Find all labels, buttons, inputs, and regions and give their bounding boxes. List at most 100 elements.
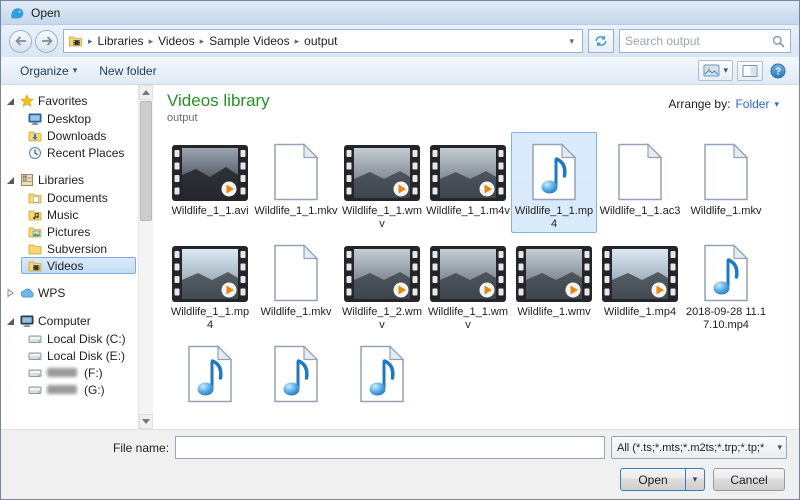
sidebar-item-label: (G:) (84, 383, 105, 397)
sidebar-group-computer[interactable]: Computer (1, 311, 138, 330)
redacted-text (47, 385, 77, 394)
file-item[interactable] (339, 334, 425, 410)
back-arrow-icon (15, 36, 27, 46)
library-location: output (167, 112, 799, 124)
refresh-button[interactable] (588, 29, 614, 53)
sidebar-item-recent-places[interactable]: Recent Places (1, 144, 138, 161)
sidebar-item-downloads[interactable]: Downloads (1, 127, 138, 144)
sidebar-item-g[interactable]: (G:) (1, 381, 138, 398)
file-item-wildlife-1-1-m4v[interactable]: Wildlife_1_1.m4v (425, 132, 511, 233)
new-folder-button[interactable]: New folder (90, 60, 165, 82)
sidebar-item-label: Documents (47, 191, 108, 205)
file-name-text: Wildlife_1_2.wmv (340, 306, 424, 332)
sidebar-item-label: (F:) (84, 366, 103, 380)
sidebar-group-label: Favorites (38, 94, 87, 108)
file-name-text: Wildlife_1_1.m4v (426, 205, 510, 218)
expander-expanded-icon (4, 95, 16, 107)
video-thumb-icon (516, 238, 592, 302)
breadcrumb-chevron-icon: ▸ (197, 36, 208, 47)
scrollbar-thumb[interactable] (140, 101, 152, 221)
file-name-text: 2018-09-28 11.17.10.mp4 (684, 306, 768, 332)
open-dropdown-button[interactable]: ▾ (686, 468, 705, 491)
sidebar-item-documents[interactable]: Documents (1, 189, 138, 206)
scroll-up-icon[interactable] (139, 85, 153, 100)
sidebar-item-f[interactable]: (F:) (1, 364, 138, 381)
file-item-wildlife-1-1-mkv[interactable]: Wildlife_1_1.mkv (253, 132, 339, 233)
breadcrumb: ▸Libraries▸Videos▸Sample Videos▸output (85, 33, 340, 49)
breadcrumb-item-videos[interactable]: Videos (156, 33, 196, 49)
file-name-text: Wildlife_1.mp4 (598, 306, 682, 319)
sidebar-group-label: Libraries (38, 173, 84, 187)
open-button[interactable]: Open (620, 468, 686, 491)
play-badge-icon (394, 182, 409, 197)
sidebar-group-favorites[interactable]: Favorites (1, 91, 138, 110)
file-name-input[interactable] (175, 436, 605, 459)
document-icon (273, 137, 319, 201)
sidebar-group: Favorites DesktopDownloads Recent Places (1, 91, 138, 161)
file-item[interactable] (167, 334, 253, 410)
video-thumb-icon (172, 238, 248, 302)
organize-button[interactable]: Organize ▾ (11, 60, 86, 82)
file-item[interactable] (253, 334, 339, 410)
arrange-by[interactable]: Arrange by: Folder ▾ (668, 97, 779, 111)
sidebar-group-wps[interactable]: WPS (1, 283, 138, 302)
document-icon (273, 238, 319, 302)
help-button[interactable]: ? (767, 60, 789, 82)
file-name-text: Wildlife_1.mkv (684, 205, 768, 218)
breadcrumb-item-output[interactable]: output (302, 33, 339, 49)
file-item-wildlife-1-mkv[interactable]: Wildlife_1.mkv (683, 132, 769, 233)
file-item-wildlife-1-1-mp4[interactable]: Wildlife_1_1.mp4 (511, 132, 597, 233)
forward-arrow-icon (41, 36, 53, 46)
sidebar-scrollbar[interactable] (138, 85, 153, 429)
libraries-icon (20, 173, 34, 187)
sidebar-item-local-disk-e[interactable]: Local Disk (E:) (1, 347, 138, 364)
address-dropdown-icon[interactable]: ▾ (565, 36, 578, 47)
arrange-by-value[interactable]: Folder (735, 97, 769, 111)
preview-pane-button[interactable] (737, 61, 763, 81)
forward-button[interactable] (35, 30, 58, 53)
file-item-wildlife-1-mkv[interactable]: Wildlife_1.mkv (253, 233, 339, 334)
toolbar-right-icons: ▾ ? (698, 60, 789, 82)
breadcrumb-item-sample-videos[interactable]: Sample Videos (207, 33, 292, 49)
sidebar-item-label: Desktop (47, 112, 91, 126)
file-item-wildlife-1-1-wmv[interactable]: Wildlife_1_1.wmv (339, 132, 425, 233)
titlebar[interactable]: Open (1, 1, 799, 25)
file-item-wildlife-1-1-avi[interactable]: Wildlife_1_1.avi (167, 132, 253, 233)
sidebar-group-libraries[interactable]: Libraries (1, 170, 138, 189)
sidebar-item-local-disk-c[interactable]: Local Disk (C:) (1, 330, 138, 347)
sidebar-item-label: Music (47, 208, 78, 222)
file-item-wildlife-1-1-mp4[interactable]: Wildlife_1_1.mp4 (167, 233, 253, 334)
file-type-value: All (*.ts;*.mts;*.m2ts;*.trp;*.tp;* (617, 442, 775, 454)
back-button[interactable] (9, 30, 32, 53)
sidebar-item-videos[interactable]: Videos (21, 257, 136, 274)
file-item-wildlife-1-mp4[interactable]: Wildlife_1.mp4 (597, 233, 683, 334)
chevron-down-icon: ▾ (775, 442, 784, 453)
preview-pane-icon (742, 64, 758, 78)
breadcrumb-item-libraries[interactable]: Libraries (96, 33, 146, 49)
cloud-icon (20, 286, 34, 300)
sidebar-item-desktop[interactable]: Desktop (1, 110, 138, 127)
file-type-dropdown[interactable]: All (*.ts;*.mts;*.m2ts;*.trp;*.tp;* ▾ (611, 436, 787, 459)
search-input[interactable] (625, 34, 768, 48)
file-item-2018-09-28-11-17-10-mp4[interactable]: 2018-09-28 11.17.10.mp4 (683, 233, 769, 334)
file-item-wildlife-1-wmv[interactable]: Wildlife_1.wmv (511, 233, 597, 334)
file-name-text: Wildlife_1_1.wmv (340, 205, 424, 231)
video-thumb-icon (602, 238, 678, 302)
address-bar[interactable]: ▸Libraries▸Videos▸Sample Videos▸output ▾ (63, 29, 583, 53)
play-badge-icon (480, 283, 495, 298)
file-item-wildlife-1-1-ac3[interactable]: Wildlife_1_1.ac3 (597, 132, 683, 233)
sidebar-item-subversion[interactable]: Subversion (1, 240, 138, 257)
sidebar-item-pictures[interactable]: Pictures (1, 223, 138, 240)
sidebar-item-music[interactable]: Music (1, 206, 138, 223)
sidebar-item-label: Recent Places (47, 146, 124, 160)
file-item-wildlife-1-2-wmv[interactable]: Wildlife_1_2.wmv (339, 233, 425, 334)
scroll-down-icon[interactable] (139, 414, 153, 429)
cancel-button[interactable]: Cancel (713, 468, 785, 491)
open-split-button: Open ▾ (620, 468, 705, 491)
change-view-button[interactable]: ▾ (698, 60, 733, 81)
file-item-wildlife-1-1-wmv[interactable]: Wildlife_1_1.wmv (425, 233, 511, 334)
chevron-down-icon: ▾ (723, 65, 728, 76)
breadcrumb-chevron-icon: ▸ (85, 36, 96, 47)
sidebar-group-label: Computer (38, 314, 91, 328)
recent-places-icon (28, 146, 42, 160)
